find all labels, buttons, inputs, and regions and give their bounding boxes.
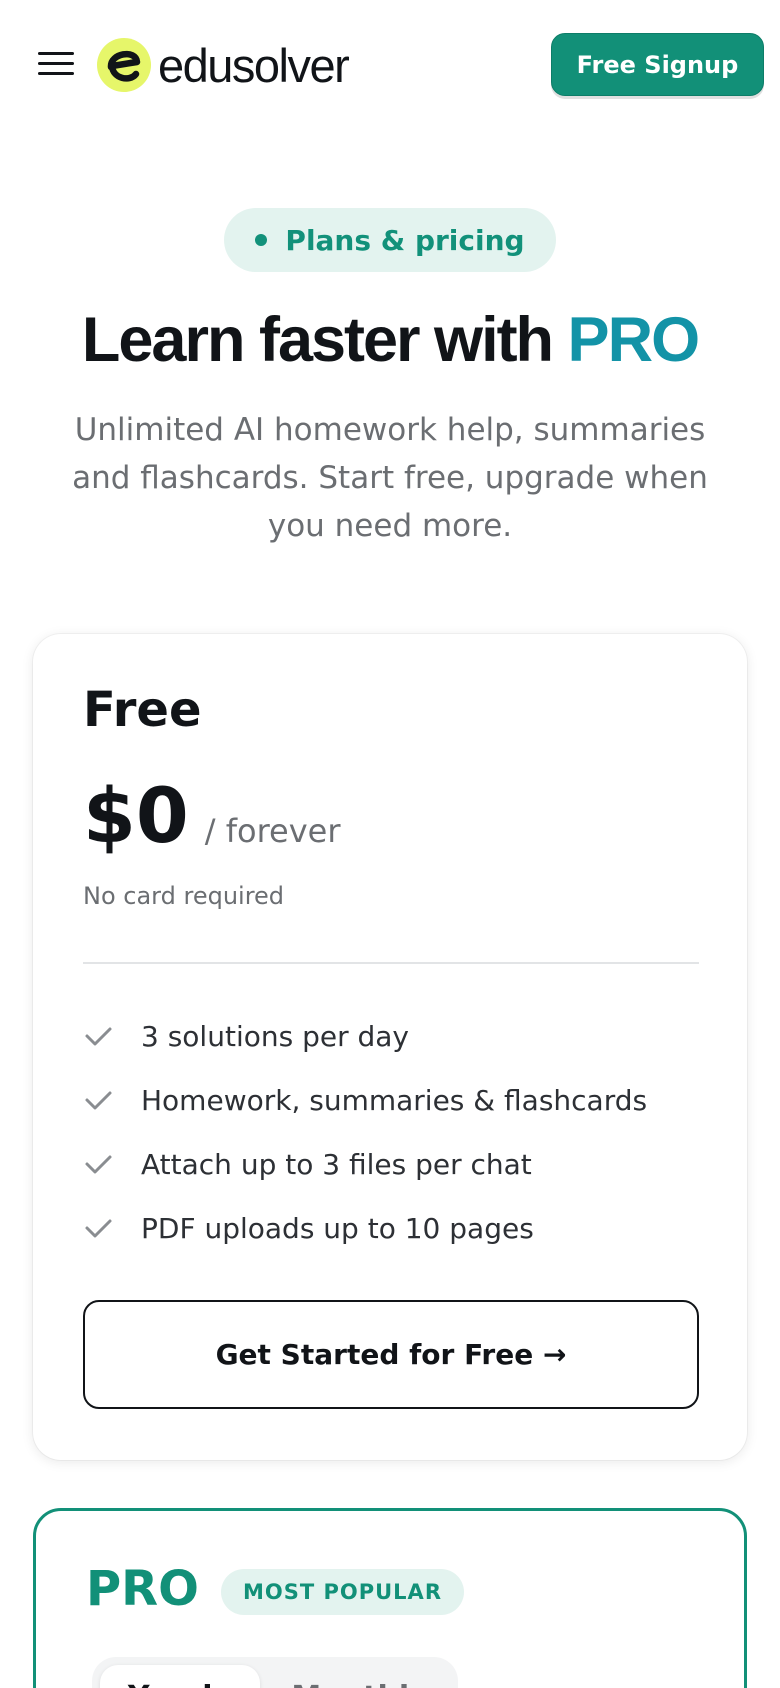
title-prefix: Learn faster with xyxy=(81,305,554,375)
logo-mark-icon xyxy=(97,38,151,92)
price-note: No card required xyxy=(83,882,285,910)
check-icon xyxy=(85,1219,112,1238)
page-subtitle: Unlimited AI homework help, summaries an… xyxy=(72,412,708,544)
billing-toggle: Yearly Monthly xyxy=(92,1657,458,1688)
most-popular-badge: MOST POPULAR xyxy=(221,1569,464,1615)
feature-label: Attach up to 3 files per chat xyxy=(141,1147,532,1181)
feature-label: PDF uploads up to 10 pages xyxy=(141,1211,534,1245)
brand-logo[interactable]: edusolver xyxy=(96,36,350,94)
feature-label: Homework, summaries & flashcards xyxy=(141,1083,648,1117)
badge-label: Plans & pricing xyxy=(285,223,525,257)
price-period: / forever xyxy=(204,812,341,850)
check-icon xyxy=(85,1155,112,1174)
page-title: Learn faster with PRO xyxy=(0,300,780,380)
free-plan-card: Free $0 / forever No card required 3 sol… xyxy=(33,634,747,1460)
plan-name: PRO xyxy=(86,1561,199,1617)
get-started-free-button[interactable]: Get Started for Free → xyxy=(83,1300,699,1409)
plan-price: $0 xyxy=(83,771,189,860)
hamburger-menu-icon[interactable] xyxy=(36,48,76,80)
check-icon xyxy=(85,1027,112,1046)
plan-name: Free xyxy=(83,682,202,738)
feature-item: 3 solutions per day xyxy=(83,1004,699,1068)
free-signup-button[interactable]: Free Signup xyxy=(551,33,764,96)
divider xyxy=(83,962,699,964)
price-row: $0 / forever xyxy=(83,778,340,854)
feature-item: Homework, summaries & flashcards xyxy=(83,1068,699,1132)
billing-option-monthly[interactable]: Monthly xyxy=(272,1665,448,1688)
plans-pricing-badge: Plans & pricing xyxy=(224,208,556,272)
feature-item: PDF uploads up to 10 pages xyxy=(83,1196,699,1260)
dot-icon xyxy=(255,234,268,246)
top-nav: edusolver Free Signup xyxy=(0,0,780,130)
title-highlight: PRO xyxy=(567,305,701,375)
pro-plan-card: PRO MOST POPULAR Yearly Monthly xyxy=(33,1508,747,1688)
feature-item: Attach up to 3 files per chat xyxy=(83,1132,699,1196)
check-icon xyxy=(85,1091,112,1110)
feature-label: 3 solutions per day xyxy=(141,1019,409,1053)
brand-name: edusolver xyxy=(158,38,350,92)
billing-option-yearly[interactable]: Yearly xyxy=(100,1665,260,1688)
feature-list: 3 solutions per day Homework, summaries … xyxy=(83,1004,699,1260)
